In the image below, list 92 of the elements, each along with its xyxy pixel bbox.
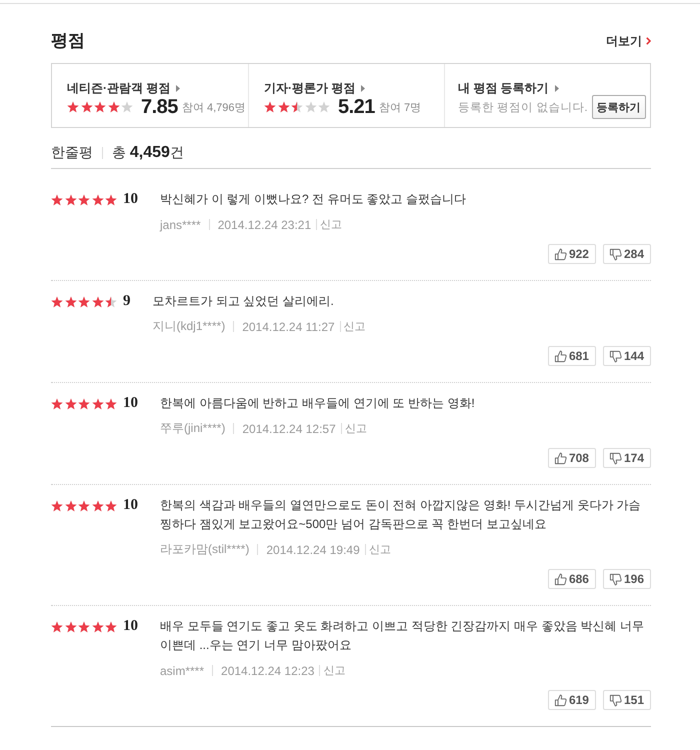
review-author: 지니(kdj1****) <box>152 318 226 335</box>
dislike-button[interactable]: 151 <box>602 690 651 710</box>
dislike-button[interactable]: 196 <box>602 569 651 589</box>
reviews-title: 한줄평 <box>51 144 93 162</box>
register-rating-link[interactable]: 내 평점 등록하기 <box>458 80 559 96</box>
star-icon <box>92 194 104 206</box>
review-text: 한복의 색감과 배우들의 열연만으로도 돈이 전혀 아깝지않은 영화! 두시간넘게 웃다가 가슴 찡하다 잼있게 보고왔어요~500만 넘어 감독판으로 꼭 한번더 보고싶네요 <box>160 497 642 533</box>
star-icon <box>78 500 90 512</box>
star-icon <box>78 620 90 632</box>
section-title: 평점 <box>51 31 85 51</box>
star-icon <box>121 101 133 113</box>
review-date: 2014.12.24 23:21 <box>218 218 312 232</box>
dislike-button[interactable]: 144 <box>602 346 651 366</box>
star-icon <box>64 194 76 206</box>
star-icon <box>105 194 117 206</box>
star-icon <box>80 101 92 113</box>
star-icon <box>291 101 303 113</box>
review-author: 쭈루(jini****) <box>160 420 226 437</box>
thumbs-up-icon <box>554 452 567 464</box>
star-icon <box>64 296 76 308</box>
like-button[interactable]: 619 <box>548 690 596 710</box>
star-icon <box>94 101 106 113</box>
star-icon <box>78 194 90 206</box>
no-rating-message: 등록한 평점이 없습니다. <box>458 100 588 114</box>
review-author: jans**** <box>160 218 201 232</box>
star-icon <box>264 101 276 113</box>
rating-category-link[interactable]: 기자·평론가 평점 <box>264 80 366 96</box>
thumbs-up-icon <box>554 694 567 706</box>
star-icon <box>108 101 120 113</box>
star-icon <box>92 620 104 632</box>
review-author: asim**** <box>160 664 204 678</box>
star-icon <box>92 398 104 410</box>
star-icon <box>51 620 63 632</box>
review-text: 박신혜가 이 렇게 이뻤나요? 전 유머도 좋았고 슬펐습니다 <box>160 191 468 208</box>
dislike-button[interactable]: 174 <box>602 448 651 468</box>
review-score: 9 <box>123 292 130 311</box>
review-date: 2014.12.24 12:57 <box>242 422 336 436</box>
more-link[interactable]: 더보기 <box>606 33 651 49</box>
review-score: 10 <box>123 190 138 209</box>
review-text: 모차르트가 되고 싶었던 살리에리. <box>152 293 335 310</box>
star-icon <box>64 398 76 410</box>
star-icon <box>105 620 117 632</box>
review-date: 2014.12.24 11:27 <box>242 320 335 334</box>
star-icon <box>78 296 90 308</box>
review-score: 10 <box>123 394 138 413</box>
participant-count: 참여 7명 <box>378 100 422 114</box>
thumbs-up-icon <box>554 350 567 362</box>
star-icon <box>51 194 63 206</box>
review-score: 10 <box>123 496 138 515</box>
rating-category-link[interactable]: 네티즌·관람객 평점 <box>67 80 180 96</box>
star-icon <box>64 620 76 632</box>
star-icon <box>92 296 104 308</box>
caret-icon <box>176 84 180 92</box>
dislike-button[interactable]: 284 <box>602 244 651 264</box>
like-button[interactable]: 922 <box>548 244 596 264</box>
star-icon <box>304 101 316 113</box>
thumbs-down-icon <box>608 572 622 586</box>
thumbs-down-icon <box>608 694 622 706</box>
caret-icon <box>554 84 559 92</box>
star-icon <box>105 296 117 308</box>
average-score: 7.85 <box>141 97 178 117</box>
thumbs-down-icon <box>608 350 622 362</box>
review-date: 2014.12.24 12:23 <box>221 664 314 678</box>
thumbs-down-icon <box>608 452 622 464</box>
thumbs-up-icon <box>554 572 567 586</box>
review-text: 배우 모두들 연기도 좋고 옷도 화려하고 이쁘고 적당한 긴장감까지 매우 좋았음 박신혜 너무 이쁜데 ...우는 연기 너무 맘아팠어요 <box>160 618 646 654</box>
star-icon <box>318 101 330 113</box>
average-score: 5.21 <box>338 97 375 117</box>
star-icon <box>78 398 90 410</box>
thumbs-up-icon <box>554 248 567 260</box>
like-button[interactable]: 708 <box>548 448 596 468</box>
participant-count: 참여 4,796명 <box>182 100 246 114</box>
star-icon <box>51 296 63 308</box>
like-button[interactable]: 681 <box>548 346 596 366</box>
chevron-icon <box>646 37 651 45</box>
star-icon <box>51 500 63 512</box>
review-score: 10 <box>123 617 138 636</box>
review-total: 총 4,459건 <box>112 144 184 162</box>
star-icon <box>67 101 79 113</box>
star-icon <box>64 500 76 512</box>
star-icon <box>105 500 117 512</box>
register-button[interactable]: 등록하기 <box>592 95 646 119</box>
review-author: 라포카맘(stil****) <box>160 541 250 558</box>
like-button[interactable]: 686 <box>548 569 596 589</box>
star-icon <box>51 398 63 410</box>
star-icon <box>278 101 290 113</box>
review-date: 2014.12.24 19:49 <box>266 542 360 556</box>
star-icon <box>92 500 104 512</box>
star-icon <box>105 398 117 410</box>
thumbs-down-icon <box>608 248 622 260</box>
caret-icon <box>361 84 366 92</box>
review-text: 한복에 아름다움에 반하고 배우들에 연기에 또 반하는 영화! <box>160 395 476 412</box>
